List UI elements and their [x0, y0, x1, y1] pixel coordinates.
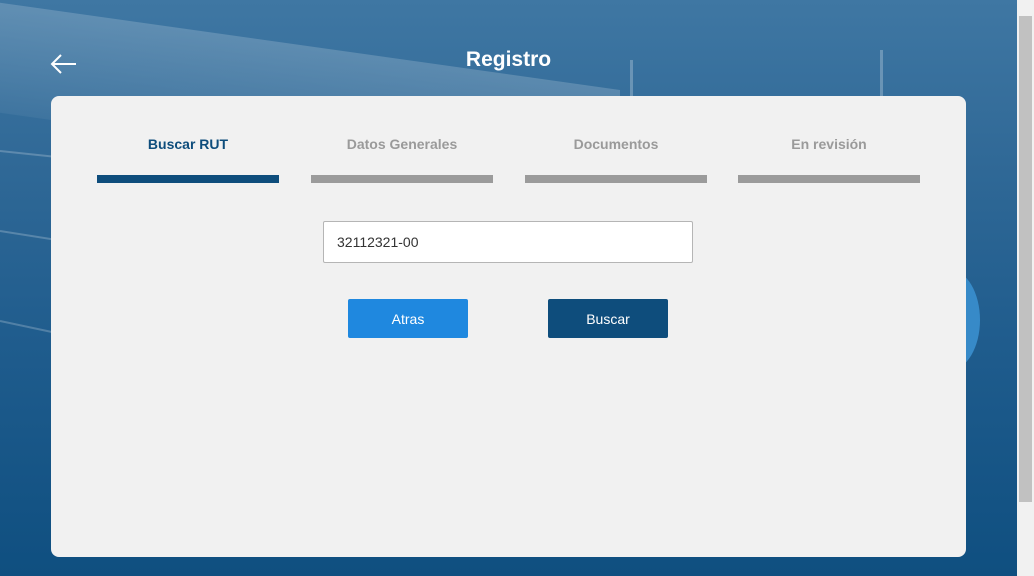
app-viewport: Registro Buscar RUT Datos Generales Docu…: [0, 0, 1034, 576]
step-label: Documentos: [573, 136, 659, 152]
rut-input[interactable]: [323, 221, 693, 263]
step-indicator-bar: [97, 175, 279, 183]
scrollbar-thumb[interactable]: [1019, 16, 1032, 502]
search-button[interactable]: Buscar: [548, 299, 668, 338]
back-button[interactable]: Atras: [348, 299, 468, 338]
step-label: En revisión: [791, 136, 867, 152]
step-en-revision[interactable]: En revisión: [738, 136, 920, 184]
step-buscar-rut[interactable]: Buscar RUT: [97, 136, 279, 184]
step-indicator-bar: [525, 175, 707, 183]
page-title: Registro: [465, 48, 552, 71]
registration-card: Buscar RUT Datos Generales Documentos En…: [51, 96, 966, 557]
step-label: Datos Generales: [346, 136, 458, 152]
step-indicator-bar: [738, 175, 920, 183]
scrollbar[interactable]: [1017, 0, 1034, 576]
step-datos-generales[interactable]: Datos Generales: [311, 136, 493, 184]
step-tabs: Buscar RUT Datos Generales Documentos En…: [97, 136, 920, 184]
step-indicator-bar: [311, 175, 493, 183]
step-label: Buscar RUT: [147, 136, 229, 152]
step-documentos[interactable]: Documentos: [525, 136, 707, 184]
